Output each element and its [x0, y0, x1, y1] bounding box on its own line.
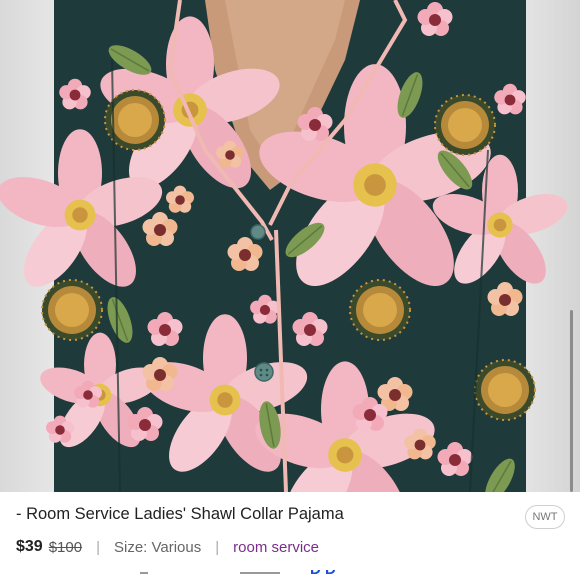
size-label: Size: Various	[113, 538, 202, 556]
cutoff-mark	[140, 572, 148, 574]
bottom-cutoff-row: D D	[0, 570, 580, 580]
image-scrollbar[interactable]	[570, 310, 573, 492]
price: $39	[16, 538, 43, 555]
listing-title[interactable]: - Room Service Ladies' Shawl Collar Paja…	[16, 505, 344, 524]
cutoff-mark	[240, 572, 280, 574]
separator: |	[215, 538, 220, 556]
separator: |	[96, 538, 100, 556]
original-price: $100	[48, 538, 83, 556]
listing-meta: $39 $100 | Size: Various | room service	[16, 537, 319, 557]
cutoff-text: D D	[310, 570, 336, 578]
shirt-button	[254, 362, 274, 382]
brand-link[interactable]: room service	[233, 539, 319, 556]
shirt-button	[250, 224, 266, 240]
condition-badge: NWT	[525, 505, 565, 529]
pajama-image	[0, 0, 573, 492]
product-photo[interactable]	[0, 0, 580, 492]
